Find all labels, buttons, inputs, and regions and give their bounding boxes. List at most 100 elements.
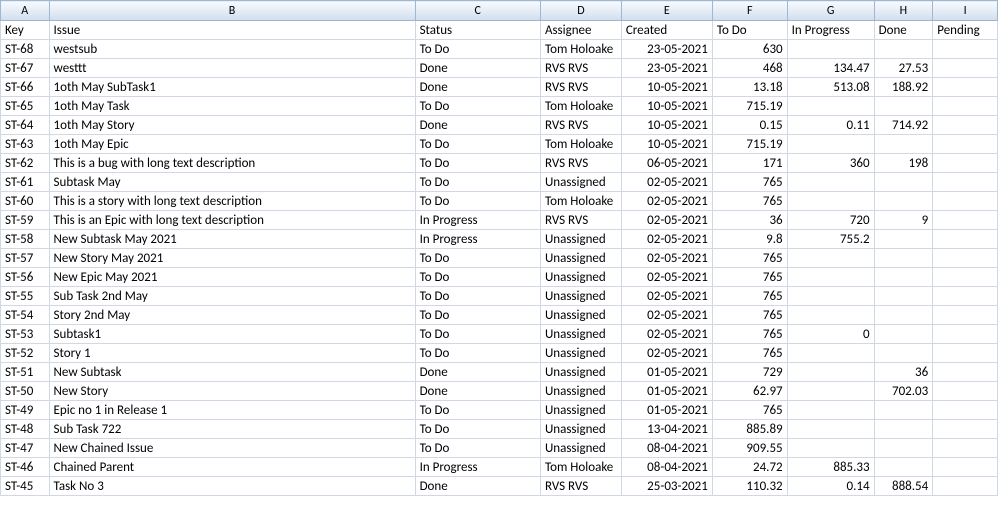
cell-created[interactable]: 02-05-2021 xyxy=(621,287,712,306)
cell-pending[interactable] xyxy=(933,306,998,325)
cell-todo[interactable]: 468 xyxy=(712,59,787,78)
cell-done[interactable] xyxy=(874,287,933,306)
spreadsheet-grid[interactable]: ABCDEFGHI Key Issue Status Assignee Crea… xyxy=(0,0,998,496)
cell-pending[interactable] xyxy=(933,192,998,211)
cell-inprogress[interactable]: 755.2 xyxy=(787,230,874,249)
cell-todo[interactable]: 885.89 xyxy=(712,420,787,439)
cell-inprogress[interactable]: 0 xyxy=(787,325,874,344)
cell-key[interactable]: ST-49 xyxy=(1,401,50,420)
cell-todo[interactable]: 110.32 xyxy=(712,477,787,496)
cell-created[interactable]: 13-04-2021 xyxy=(621,420,712,439)
cell-inprogress[interactable]: 0.11 xyxy=(787,116,874,135)
cell-pending[interactable] xyxy=(933,325,998,344)
cell-assignee[interactable]: Unassigned xyxy=(540,363,621,382)
cell-key[interactable]: ST-66 xyxy=(1,78,50,97)
cell-status[interactable]: To Do xyxy=(415,40,540,59)
cell-pending[interactable] xyxy=(933,40,998,59)
cell-pending-header[interactable]: Pending xyxy=(933,21,998,40)
cell-status[interactable]: Done xyxy=(415,116,540,135)
cell-created[interactable]: 02-05-2021 xyxy=(621,173,712,192)
cell-issue[interactable]: New Chained Issue xyxy=(49,439,415,458)
cell-todo[interactable]: 909.55 xyxy=(712,439,787,458)
cell-done[interactable]: 36 xyxy=(874,363,933,382)
cell-done[interactable]: 188.92 xyxy=(874,78,933,97)
cell-todo[interactable]: 765 xyxy=(712,268,787,287)
cell-inprogress-header[interactable]: In Progress xyxy=(787,21,874,40)
cell-done[interactable] xyxy=(874,325,933,344)
cell-created[interactable]: 01-05-2021 xyxy=(621,363,712,382)
cell-status[interactable]: To Do xyxy=(415,439,540,458)
cell-inprogress[interactable] xyxy=(787,420,874,439)
column-header-e[interactable]: E xyxy=(621,1,712,21)
cell-key[interactable]: ST-57 xyxy=(1,249,50,268)
cell-todo[interactable]: 715.19 xyxy=(712,97,787,116)
cell-key[interactable]: ST-64 xyxy=(1,116,50,135)
cell-created[interactable]: 02-05-2021 xyxy=(621,344,712,363)
cell-assignee[interactable]: Unassigned xyxy=(540,173,621,192)
cell-issue[interactable]: 1oth May Task xyxy=(49,97,415,116)
cell-done[interactable] xyxy=(874,401,933,420)
cell-done[interactable]: 9 xyxy=(874,211,933,230)
cell-key[interactable]: ST-65 xyxy=(1,97,50,116)
cell-created[interactable]: 01-05-2021 xyxy=(621,401,712,420)
cell-key[interactable]: ST-68 xyxy=(1,40,50,59)
cell-inprogress[interactable] xyxy=(787,306,874,325)
cell-pending[interactable] xyxy=(933,477,998,496)
cell-pending[interactable] xyxy=(933,154,998,173)
cell-status[interactable]: To Do xyxy=(415,344,540,363)
cell-status[interactable]: To Do xyxy=(415,135,540,154)
cell-assignee[interactable]: Unassigned xyxy=(540,306,621,325)
cell-done[interactable] xyxy=(874,420,933,439)
cell-issue[interactable]: westsub xyxy=(49,40,415,59)
cell-issue-header[interactable]: Issue xyxy=(49,21,415,40)
cell-assignee[interactable]: Tom Holoake xyxy=(540,458,621,477)
cell-pending[interactable] xyxy=(933,230,998,249)
cell-status[interactable]: To Do xyxy=(415,287,540,306)
cell-pending[interactable] xyxy=(933,344,998,363)
column-header-h[interactable]: H xyxy=(874,1,933,21)
cell-done[interactable] xyxy=(874,344,933,363)
cell-issue[interactable]: Subtask1 xyxy=(49,325,415,344)
cell-done[interactable]: 198 xyxy=(874,154,933,173)
cell-status[interactable]: To Do xyxy=(415,249,540,268)
cell-inprogress[interactable] xyxy=(787,401,874,420)
cell-todo[interactable]: 24.72 xyxy=(712,458,787,477)
cell-status[interactable]: To Do xyxy=(415,173,540,192)
cell-todo[interactable]: 171 xyxy=(712,154,787,173)
cell-assignee[interactable]: Unassigned xyxy=(540,230,621,249)
cell-todo[interactable]: 765 xyxy=(712,344,787,363)
cell-done[interactable] xyxy=(874,135,933,154)
cell-assignee[interactable]: Unassigned xyxy=(540,344,621,363)
cell-done[interactable] xyxy=(874,249,933,268)
cell-issue[interactable]: Sub Task 722 xyxy=(49,420,415,439)
cell-status[interactable]: To Do xyxy=(415,401,540,420)
cell-status[interactable]: In Progress xyxy=(415,211,540,230)
cell-status[interactable]: To Do xyxy=(415,268,540,287)
cell-todo[interactable]: 13.18 xyxy=(712,78,787,97)
cell-status-header[interactable]: Status xyxy=(415,21,540,40)
cell-status[interactable]: Done xyxy=(415,78,540,97)
cell-inprogress[interactable] xyxy=(787,249,874,268)
cell-todo[interactable]: 729 xyxy=(712,363,787,382)
cell-key[interactable]: ST-58 xyxy=(1,230,50,249)
cell-done[interactable] xyxy=(874,268,933,287)
cell-inprogress[interactable] xyxy=(787,287,874,306)
cell-pending[interactable] xyxy=(933,211,998,230)
column-header-b[interactable]: B xyxy=(49,1,415,21)
cell-created[interactable]: 02-05-2021 xyxy=(621,325,712,344)
cell-assignee[interactable]: Unassigned xyxy=(540,287,621,306)
cell-status[interactable]: To Do xyxy=(415,192,540,211)
cell-status[interactable]: Done xyxy=(415,382,540,401)
cell-created[interactable]: 10-05-2021 xyxy=(621,78,712,97)
cell-done[interactable] xyxy=(874,230,933,249)
cell-created[interactable]: 02-05-2021 xyxy=(621,268,712,287)
cell-assignee[interactable]: Tom Holoake xyxy=(540,135,621,154)
cell-status[interactable]: Done xyxy=(415,59,540,78)
cell-pending[interactable] xyxy=(933,116,998,135)
cell-assignee[interactable]: Unassigned xyxy=(540,439,621,458)
cell-key[interactable]: ST-51 xyxy=(1,363,50,382)
cell-done[interactable] xyxy=(874,192,933,211)
cell-created[interactable]: 08-04-2021 xyxy=(621,439,712,458)
cell-status[interactable]: In Progress xyxy=(415,458,540,477)
cell-issue[interactable]: 1oth May Story xyxy=(49,116,415,135)
